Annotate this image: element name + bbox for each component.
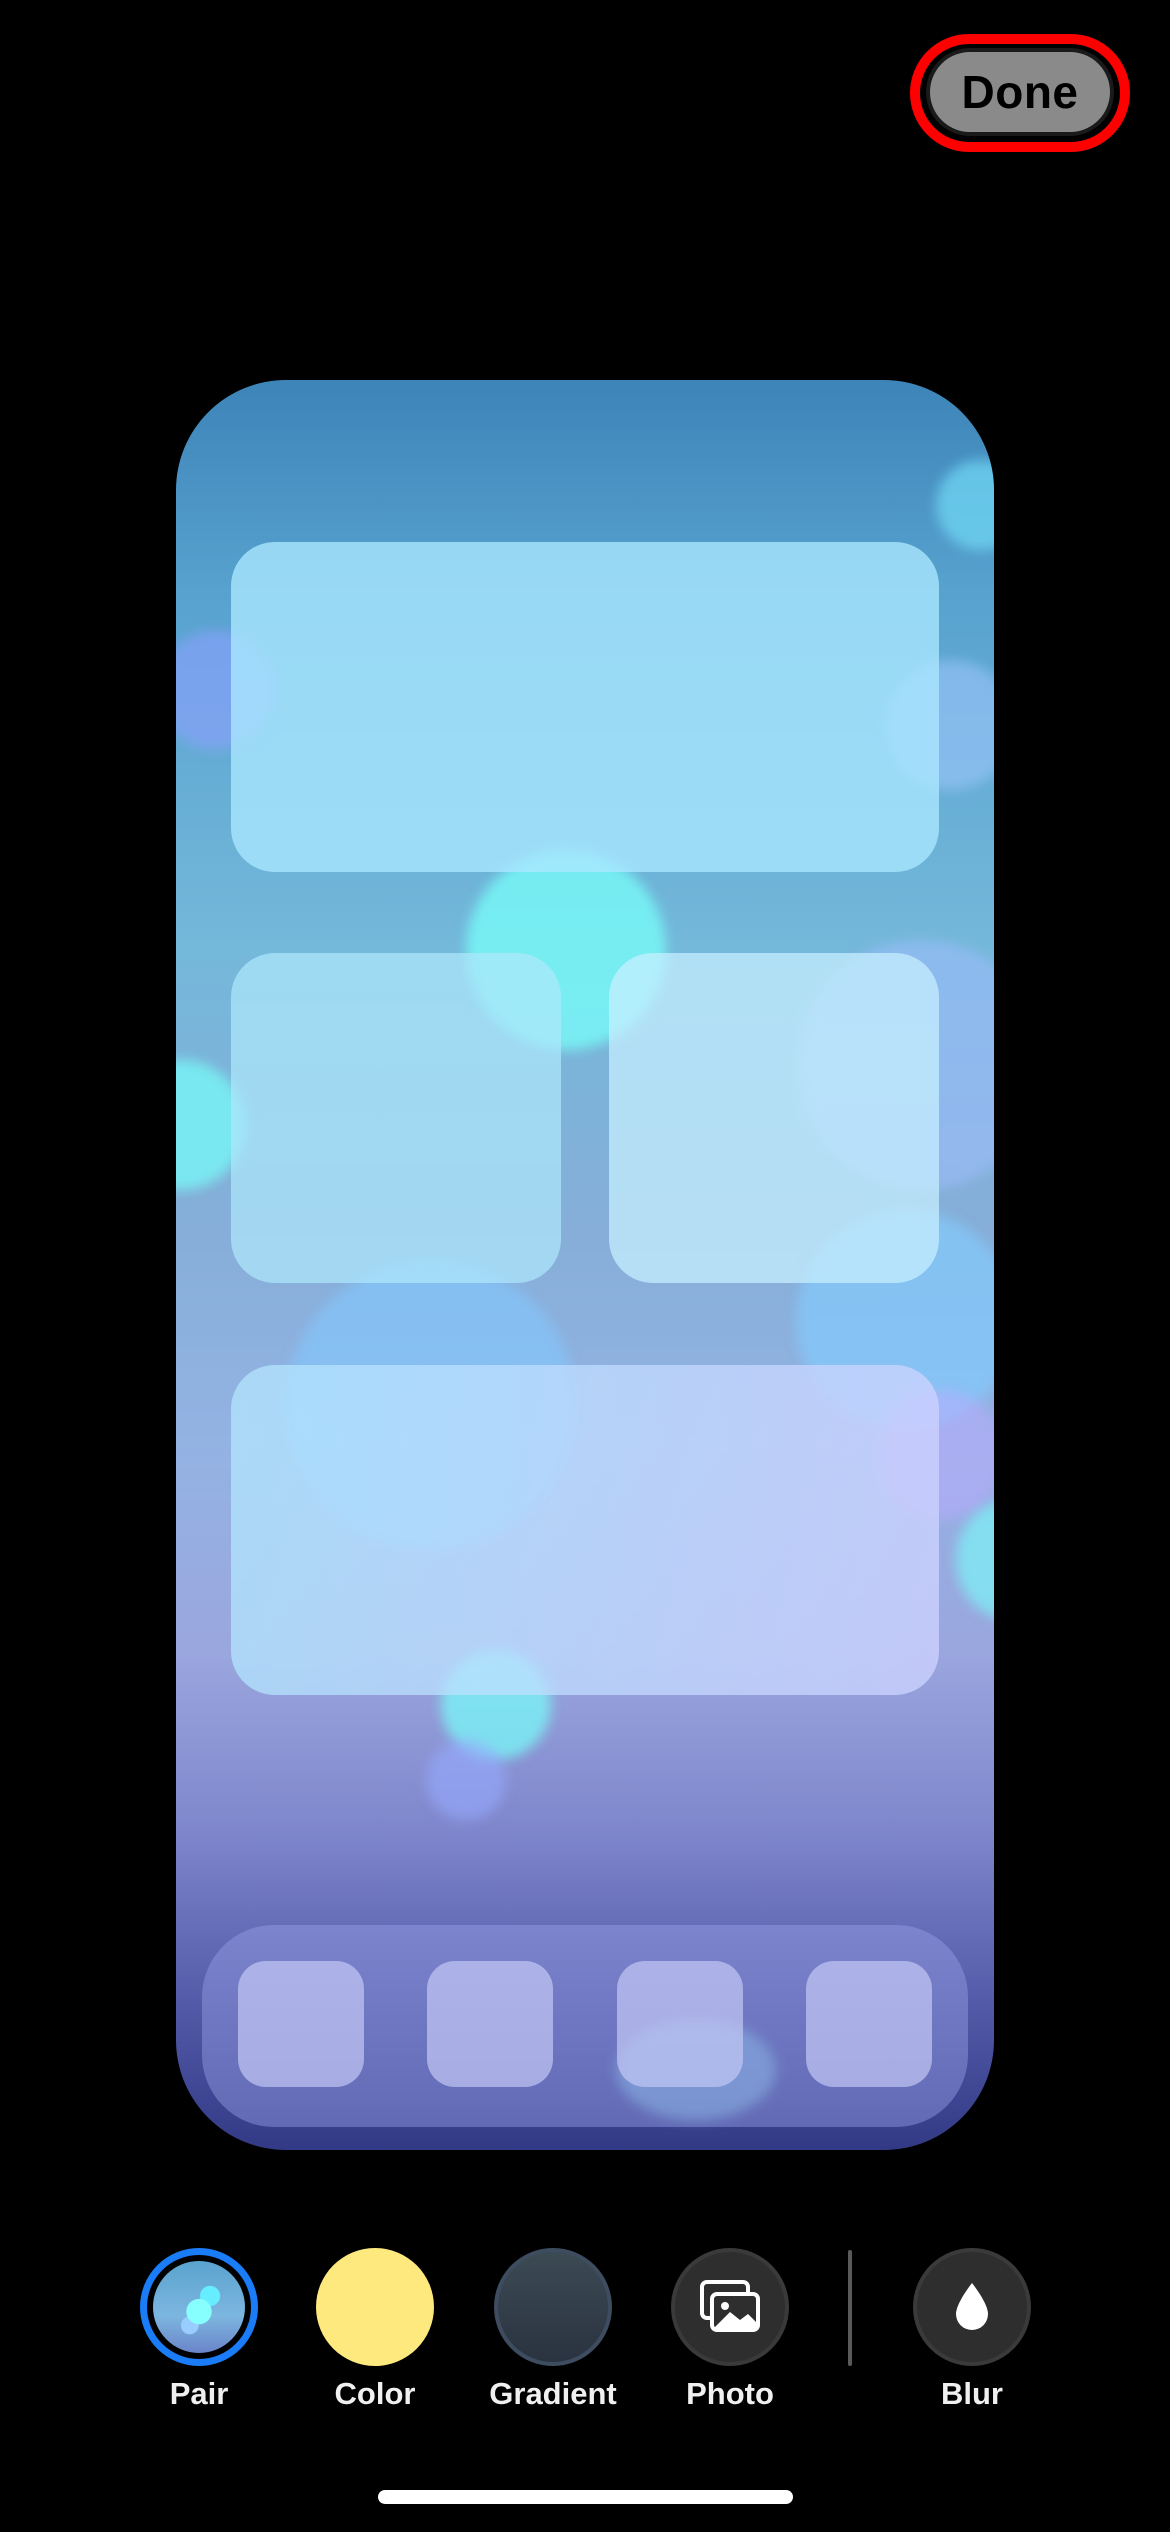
- gradient-label: Gradient: [489, 2376, 617, 2411]
- widget-small-right: [609, 953, 939, 1283]
- bokeh-light: [956, 1500, 994, 1620]
- pair-preview-icon: [153, 2261, 245, 2353]
- dock-app-placeholder: [617, 1961, 743, 2087]
- bokeh-light: [936, 460, 994, 550]
- gradient-option[interactable]: [494, 2248, 612, 2366]
- bokeh-light: [426, 1740, 506, 1820]
- photo-label: Photo: [686, 2376, 774, 2411]
- dock-app-placeholder: [427, 1961, 553, 2087]
- pair-option[interactable]: [140, 2248, 258, 2366]
- photo-gallery-icon: [700, 2280, 760, 2332]
- pair-label: Pair: [169, 2376, 229, 2411]
- widget-large-bottom: [231, 1365, 939, 1695]
- done-button[interactable]: Done: [926, 48, 1114, 136]
- dock-app-placeholder: [238, 1961, 364, 2087]
- widget-small-left: [231, 953, 561, 1283]
- widget-large-top: [231, 542, 939, 872]
- blur-label: Blur: [941, 2376, 1003, 2411]
- dock: [202, 1925, 968, 2127]
- drop-icon: [956, 2283, 988, 2330]
- photo-option[interactable]: [671, 2248, 789, 2366]
- picker-divider: [848, 2250, 852, 2366]
- dock-app-placeholder: [806, 1961, 932, 2087]
- color-option[interactable]: [316, 2248, 434, 2366]
- color-label: Color: [334, 2376, 416, 2411]
- blur-option[interactable]: [913, 2248, 1031, 2366]
- home-indicator[interactable]: [378, 2490, 793, 2504]
- home-screen-preview[interactable]: [176, 380, 994, 2150]
